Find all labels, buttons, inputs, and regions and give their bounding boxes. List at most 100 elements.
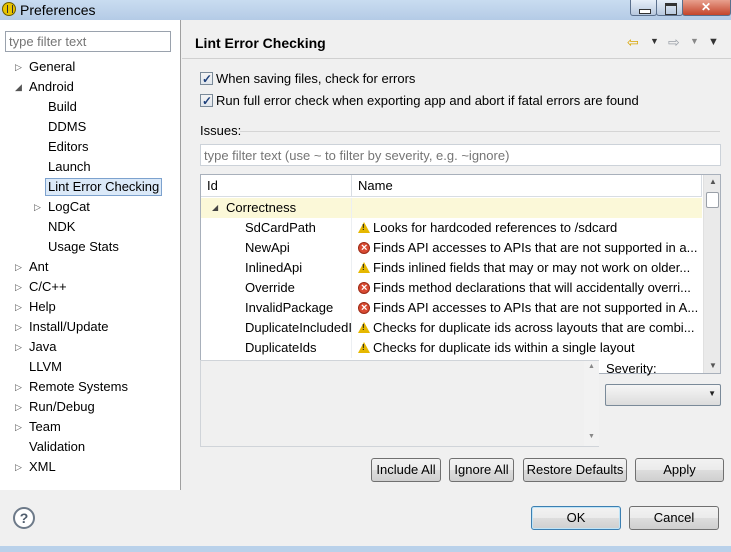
back-arrow-icon[interactable]: ⇦ — [627, 34, 639, 51]
warning-icon — [358, 262, 370, 273]
tree-item-launch[interactable]: Launch — [0, 157, 180, 177]
tree-item-remote-systems[interactable]: ▷ Remote Systems — [0, 377, 180, 397]
back-history-dropdown-icon[interactable]: ▼ — [650, 36, 659, 46]
apply-button[interactable]: Apply — [635, 458, 724, 482]
table-row[interactable]: DuplicateIncludedI Checks for duplicate … — [201, 318, 702, 338]
table-row[interactable]: DuplicateIds Checks for duplicate ids wi… — [201, 338, 702, 358]
tree-item-logcat[interactable]: ▷ LogCat — [0, 197, 180, 217]
severity-dropdown[interactable] — [605, 384, 721, 406]
issue-id-cell: NewApi — [201, 238, 352, 258]
tree-item-xml[interactable]: ▷ XML — [0, 457, 180, 477]
collapse-arrow-icon[interactable]: ◢ — [212, 198, 218, 218]
column-header-id[interactable]: Id — [201, 175, 352, 197]
scroll-up-arrow-icon[interactable]: ▲ — [588, 363, 595, 370]
table-row[interactable]: SdCardPath Looks for hardcoded reference… — [201, 218, 702, 238]
tree-item-label: General — [29, 59, 76, 74]
scroll-down-arrow-icon[interactable]: ▼ — [588, 433, 595, 440]
issues-filter-input[interactable] — [200, 144, 721, 166]
close-button[interactable] — [682, 0, 731, 16]
expand-arrow-icon[interactable]: ▷ — [15, 397, 25, 417]
scrollbar-thumb[interactable] — [706, 192, 719, 208]
description-scrollbar[interactable]: ▲ ▼ — [584, 361, 599, 446]
ok-button[interactable]: OK — [531, 506, 621, 530]
help-icon[interactable]: ? — [13, 507, 35, 529]
collapse-arrow-icon[interactable]: ◢ — [15, 77, 25, 97]
tree-item-label: DDMS — [48, 119, 87, 134]
tree-item-validation[interactable]: Validation — [0, 437, 180, 457]
check-on-export-label: Run full error check when exporting app … — [216, 93, 639, 108]
tree-item-general[interactable]: ▷ General — [0, 57, 180, 77]
tree-item-label: Team — [29, 419, 61, 434]
include-all-button[interactable]: Include All — [371, 458, 441, 482]
issue-id: DuplicateIncludedI — [245, 320, 352, 335]
tree-item-label: Java — [29, 339, 57, 354]
expand-arrow-icon[interactable]: ▷ — [15, 257, 25, 277]
page-title: Lint Error Checking — [195, 35, 326, 51]
column-header-name[interactable]: Name — [352, 175, 702, 197]
table-scrollbar[interactable]: ▲ ▼ — [703, 175, 720, 373]
tree-item-label: Android — [29, 79, 74, 94]
tree-item-install-update[interactable]: ▷ Install/Update — [0, 317, 180, 337]
tree-item-ant[interactable]: ▷ Ant — [0, 257, 180, 277]
tree-item-lint-error-checking[interactable]: Lint Error Checking — [0, 177, 180, 197]
tree-item-team[interactable]: ▷ Team — [0, 417, 180, 437]
table-row[interactable]: NewApi Finds API accesses to APIs that a… — [201, 238, 702, 258]
tree-item-build[interactable]: Build — [0, 97, 180, 117]
tree-item-label: Install/Update — [29, 319, 109, 334]
warning-icon — [358, 222, 370, 233]
forward-arrow-icon[interactable]: ⇨ — [668, 34, 680, 51]
group-label: Correctness — [226, 200, 297, 215]
tree-item-label: Usage Stats — [48, 239, 119, 254]
table-row[interactable]: InvalidPackage Finds API accesses to API… — [201, 298, 702, 318]
sidebar-filter-input[interactable] — [5, 31, 171, 52]
issue-id-cell: SdCardPath — [201, 218, 352, 238]
tree-item-label: LLVM — [29, 359, 62, 374]
tree-item-android[interactable]: ◢ Android — [0, 77, 180, 97]
issue-id: Override — [245, 280, 295, 295]
issue-name-cell: Finds method declarations that will acci… — [353, 278, 702, 298]
check-on-export-checkbox[interactable] — [200, 92, 213, 110]
tree-item-llvm[interactable]: LLVM — [0, 357, 180, 377]
expand-arrow-icon[interactable]: ▷ — [15, 277, 25, 297]
group-row-correctness[interactable]: ◢ Correctness — [201, 198, 702, 218]
expand-arrow-icon[interactable]: ▷ — [15, 377, 25, 397]
tree-item-usage-stats[interactable]: Usage Stats — [0, 237, 180, 257]
expand-arrow-icon[interactable]: ▷ — [15, 337, 25, 357]
tree-item-editors[interactable]: Editors — [0, 137, 180, 157]
tree-item-label: Editors — [48, 139, 89, 154]
tree-item-ddms[interactable]: DDMS — [0, 117, 180, 137]
expand-arrow-icon[interactable]: ▷ — [15, 297, 25, 317]
tree-item-ndk[interactable]: NDK — [0, 217, 180, 237]
issue-id: InvalidPackage — [245, 300, 334, 315]
maximize-button[interactable] — [656, 0, 683, 16]
tree-item-label: Ant — [29, 259, 49, 274]
minimize-button[interactable] — [630, 0, 657, 16]
tree-item-run-debug[interactable]: ▷ Run/Debug — [0, 397, 180, 417]
table-row[interactable]: InlinedApi Finds inlined fields that may… — [201, 258, 702, 278]
check-on-save-checkbox[interactable] — [200, 70, 213, 88]
window-title: Preferences — [20, 2, 96, 18]
restore-defaults-button[interactable]: Restore Defaults — [523, 458, 627, 482]
view-menu-icon[interactable]: ▼ — [708, 36, 719, 48]
tree-item-java[interactable]: ▷ Java — [0, 337, 180, 357]
scroll-down-arrow-icon[interactable]: ▼ — [709, 361, 717, 370]
tree-item-help[interactable]: ▷ Help — [0, 297, 180, 317]
expand-arrow-icon[interactable]: ▷ — [34, 197, 44, 217]
expand-arrow-icon[interactable]: ▷ — [15, 57, 25, 77]
cancel-button[interactable]: Cancel — [629, 506, 719, 530]
ignore-all-button[interactable]: Ignore All — [449, 458, 514, 482]
issue-description-area[interactable]: ▲ ▼ — [200, 360, 599, 447]
expand-arrow-icon[interactable]: ▷ — [15, 457, 25, 477]
forward-history-dropdown-icon[interactable]: ▼ — [690, 36, 699, 46]
issue-name-cell: Checks for duplicate ids within a single… — [353, 338, 702, 358]
scroll-up-arrow-icon[interactable]: ▲ — [709, 177, 717, 186]
tree-item-c-cpp[interactable]: ▷ C/C++ — [0, 277, 180, 297]
eclipse-app-icon — [2, 2, 16, 16]
table-row[interactable]: Override Finds method declarations that … — [201, 278, 702, 298]
expand-arrow-icon[interactable]: ▷ — [15, 417, 25, 437]
expand-arrow-icon[interactable]: ▷ — [15, 317, 25, 337]
issue-name: Finds inlined fields that may or may not… — [373, 260, 691, 275]
issue-name: Looks for hardcoded references to /sdcar… — [373, 220, 618, 235]
tree-item-label: Run/Debug — [29, 399, 95, 414]
tree-item-label: Launch — [48, 159, 91, 174]
